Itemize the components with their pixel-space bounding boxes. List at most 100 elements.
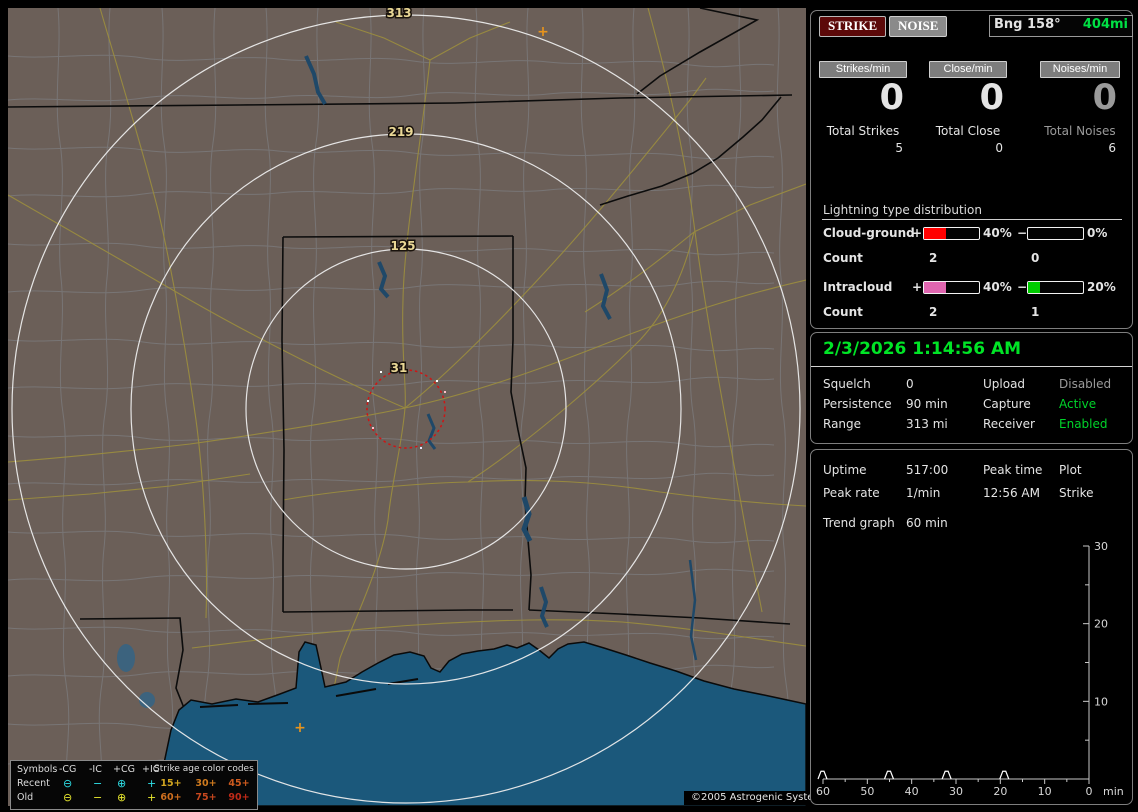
- trend-data: 60 50 40 30 20 10 0 min 30 20 10: [816, 541, 1124, 798]
- distribution-header: Lightning type distribution: [823, 203, 982, 217]
- svg-text:125: 125: [390, 239, 415, 253]
- count-label: Count: [823, 251, 863, 265]
- close-per-min-button[interactable]: Close/min: [929, 61, 1007, 78]
- cloud-ground-row: Cloud-ground + 40% − 0%: [811, 226, 1132, 242]
- neg-ic-old-icon: −: [93, 791, 103, 804]
- svg-text:20: 20: [993, 785, 1007, 798]
- cg-negative-pct: 0%: [1087, 226, 1108, 240]
- bearing-value: Bng 158°: [994, 17, 1061, 32]
- cg-negative-bar: [1027, 227, 1084, 240]
- range-label: Range: [823, 417, 862, 431]
- legend-col-nic: -IC: [89, 764, 102, 775]
- close-per-min-value: 0: [979, 78, 1004, 118]
- legend-col-ncg: -CG: [59, 764, 77, 775]
- pos-ic-recent-icon: +: [147, 777, 157, 790]
- legend-old-label: Old: [17, 792, 34, 803]
- range-value: 404mi: [1082, 17, 1128, 32]
- plus-sign: +: [912, 226, 923, 240]
- uptime-label: Uptime: [823, 463, 867, 477]
- upload-label: Upload: [983, 377, 1026, 391]
- map-view[interactable]: 313 219 125 31 + + Symbols -CG -IC +CG +IC S…: [8, 8, 836, 810]
- legend-col-pcg: +CG: [113, 764, 135, 775]
- age-45: 45+: [228, 778, 250, 789]
- map-legend: Symbols -CG -IC +CG +IC Strike age color…: [10, 760, 258, 810]
- legend-symbols-header: Symbols: [17, 764, 58, 775]
- strike-mode-button[interactable]: STRIKE: [819, 16, 887, 37]
- pos-cg-old-icon: ⊕: [117, 791, 127, 804]
- svg-text:0: 0: [1086, 785, 1093, 798]
- ic-positive-count: 2: [929, 305, 938, 319]
- neg-cg-old-icon: ⊖: [63, 791, 73, 804]
- age-60: 60+: [160, 792, 182, 803]
- svg-text:10: 10: [1038, 785, 1052, 798]
- strikes-per-min-value: 0: [879, 78, 904, 118]
- noises-per-min-button[interactable]: Noises/min: [1040, 61, 1120, 78]
- svg-text:30: 30: [949, 785, 963, 798]
- noise-mode-button[interactable]: NOISE: [889, 16, 948, 37]
- counters-panel: STRIKE NOISE Bng 158° 404mi Strikes/min …: [810, 10, 1133, 329]
- svg-text:31: 31: [391, 361, 408, 375]
- svg-text:+: +: [537, 24, 549, 40]
- legend-recent-label: Recent: [17, 778, 50, 789]
- cg-count-row: Count 2 0: [811, 251, 1132, 267]
- ic-count-row: Count 2 1: [811, 305, 1132, 321]
- bearing-range-display: Bng 158° 404mi: [989, 15, 1133, 37]
- receiver-label: Receiver: [983, 417, 1035, 431]
- status-panel: 2/3/2026 1:14:56 AM Squelch 0 Upload Dis…: [810, 332, 1133, 444]
- persistence-label: Persistence: [823, 397, 892, 411]
- cg-negative-count: 0: [1031, 251, 1040, 265]
- strikes-per-min-button[interactable]: Strikes/min: [819, 61, 907, 78]
- age-90: 90+: [228, 792, 250, 803]
- total-close-label: Total Close: [935, 124, 1001, 138]
- lightning-map[interactable]: 313 219 125 31 + +: [8, 8, 806, 806]
- age-30: 30+: [195, 778, 217, 789]
- distribution-rule: [822, 219, 1122, 220]
- total-strikes-label: Total Strikes: [826, 124, 900, 138]
- ic-negative-count: 1: [1031, 305, 1040, 319]
- total-strikes-value: 5: [895, 141, 903, 155]
- svg-text:219: 219: [388, 125, 413, 139]
- plus-sign: +: [912, 280, 923, 294]
- plot-label: Plot: [1059, 463, 1082, 477]
- ic-negative-pct: 20%: [1087, 280, 1116, 294]
- total-noises-value: 6: [1108, 141, 1116, 155]
- svg-text:313: 313: [386, 8, 411, 20]
- svg-text:30: 30: [1094, 541, 1108, 553]
- neg-ic-recent-icon: −: [93, 777, 103, 790]
- svg-text:60: 60: [816, 785, 830, 798]
- cg-positive-count: 2: [929, 251, 938, 265]
- cg-positive-pct: 40%: [983, 226, 1012, 240]
- peak-rate-label: Peak rate: [823, 486, 880, 500]
- svg-text:min: min: [1103, 785, 1124, 798]
- clock-rule: [811, 366, 1132, 367]
- svg-text:20: 20: [1094, 618, 1108, 631]
- age-75: 75+: [195, 792, 217, 803]
- trend-axes: [823, 546, 1090, 780]
- minus-sign: −: [1017, 280, 1028, 294]
- neg-cg-recent-icon: ⊖: [63, 777, 73, 790]
- intracloud-label: Intracloud: [823, 280, 893, 294]
- count-label: Count: [823, 305, 863, 319]
- ic-positive-pct: 40%: [983, 280, 1012, 294]
- trend-window-value: 60 min: [906, 516, 948, 530]
- capture-status: Active: [1059, 397, 1097, 411]
- legend-age-header: Strike age color codes: [154, 764, 254, 774]
- minus-sign: −: [1017, 226, 1028, 240]
- uptime-value: 517:00: [906, 463, 949, 477]
- strike-trend-chart: 60 50 40 30 20 10 0 min 30 20 10: [816, 541, 1124, 798]
- ic-positive-bar: [923, 281, 980, 294]
- persistence-value: 90 min: [906, 397, 948, 411]
- clock-display: 2/3/2026 1:14:56 AM: [823, 339, 1022, 359]
- squelch-label: Squelch: [823, 377, 871, 391]
- range-setting-value: 313 mi: [906, 417, 948, 431]
- svg-text:+: +: [294, 720, 306, 736]
- peak-rate-value: 1/min: [906, 486, 941, 500]
- plot-type-value: Strike: [1059, 486, 1094, 500]
- upload-status: Disabled: [1059, 377, 1112, 391]
- trend-graph-label: Trend graph: [823, 516, 895, 530]
- peak-time-label: Peak time: [983, 463, 1043, 477]
- intracloud-row: Intracloud + 40% − 20%: [811, 280, 1132, 296]
- svg-text:40: 40: [905, 785, 919, 798]
- squelch-value: 0: [906, 377, 914, 391]
- pos-cg-recent-icon: ⊕: [117, 777, 127, 790]
